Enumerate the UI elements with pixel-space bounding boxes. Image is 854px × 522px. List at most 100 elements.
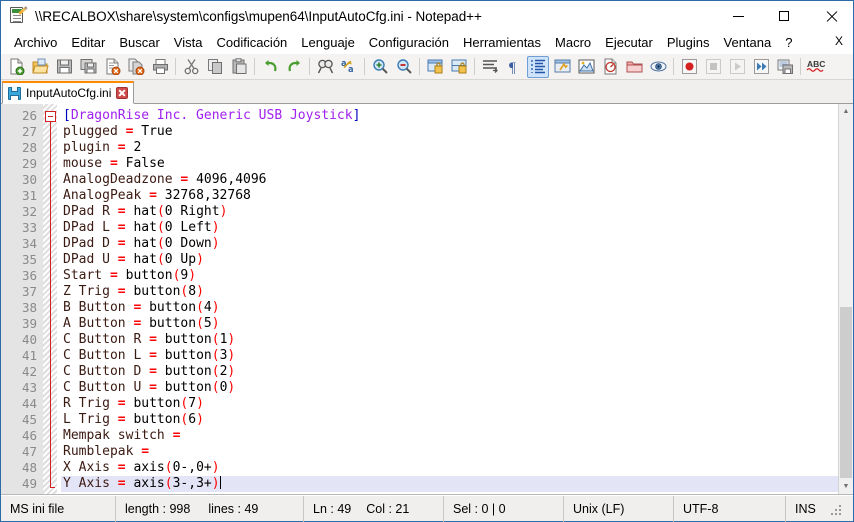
menu-item-ventana[interactable]: Ventana: [717, 32, 779, 53]
code-line[interactable]: R Trig = button(7): [61, 396, 838, 412]
redo-icon[interactable]: [283, 56, 305, 78]
code-line[interactable]: B Button = button(4): [61, 300, 838, 316]
document-map-icon[interactable]: [575, 56, 597, 78]
print-icon[interactable]: [149, 56, 171, 78]
copy-icon[interactable]: [204, 56, 226, 78]
paste-icon[interactable]: [228, 56, 250, 78]
menu-item-lenguaje[interactable]: Lenguaje: [294, 32, 362, 53]
macro-stop-icon[interactable]: [702, 56, 724, 78]
save-icon[interactable]: [53, 56, 75, 78]
menu-item-plugins[interactable]: Plugins: [660, 32, 717, 53]
code-line[interactable]: Rumblepak =: [61, 444, 838, 460]
show-all-chars-icon[interactable]: ¶: [503, 56, 525, 78]
code-line[interactable]: Mempak switch =: [61, 428, 838, 444]
menu-item-herramientas[interactable]: Herramientas: [456, 32, 548, 53]
macro-multi-play-icon[interactable]: [750, 56, 772, 78]
tab-inputautocfg-ini[interactable]: InputAutoCfg.ini: [2, 81, 135, 104]
cut-icon[interactable]: [180, 56, 202, 78]
zoom-in-icon[interactable]: [369, 56, 391, 78]
menu-item-buscar[interactable]: Buscar: [112, 32, 166, 53]
undo-icon[interactable]: [259, 56, 281, 78]
close-all-icon[interactable]: [125, 56, 147, 78]
status-caret-position: Ln : 49 Col : 21: [304, 495, 444, 522]
sync-horizontal-icon[interactable]: [448, 56, 470, 78]
code-line[interactable]: DPad R = hat(0 Right): [61, 204, 838, 220]
code-line[interactable]: DPad D = hat(0 Down): [61, 236, 838, 252]
code-line[interactable]: A Button = button(5): [61, 316, 838, 332]
code-line[interactable]: Start = button(9): [61, 268, 838, 284]
code-line[interactable]: AnalogPeak = 32768,32768: [61, 188, 838, 204]
close-window-button[interactable]: [807, 1, 853, 31]
folder-workspace-icon[interactable]: [623, 56, 645, 78]
status-ln: Ln : 49: [313, 501, 352, 516]
code-line[interactable]: X Axis = axis(0-,0+): [61, 460, 838, 476]
new-file-icon[interactable]: [5, 56, 27, 78]
status-selection: Sel : 0 | 0: [444, 495, 564, 522]
vertical-scrollbar[interactable]: ▲ ▼: [838, 104, 853, 494]
line-number: 28: [21, 140, 37, 155]
macro-play-icon[interactable]: [726, 56, 748, 78]
scroll-down-icon[interactable]: ▼: [839, 479, 853, 494]
open-file-icon[interactable]: [29, 56, 51, 78]
close-document-button[interactable]: X: [835, 34, 843, 48]
find-icon[interactable]: [314, 56, 336, 78]
toolbar-separator: [254, 58, 255, 75]
user-language-icon[interactable]: [551, 56, 573, 78]
zoom-out-icon[interactable]: [393, 56, 415, 78]
resize-grip-icon[interactable]: [829, 503, 841, 515]
menu-item-help[interactable]: ?: [778, 32, 799, 53]
menu-item-vista[interactable]: Vista: [167, 32, 210, 53]
scroll-up-icon[interactable]: ▲: [839, 104, 853, 119]
close-file-icon[interactable]: [101, 56, 123, 78]
sync-vertical-icon[interactable]: [424, 56, 446, 78]
menu-item-ejecutar[interactable]: Ejecutar: [598, 32, 660, 53]
code-line[interactable]: C Button R = button(1): [61, 332, 838, 348]
toolbar-separator: [309, 58, 310, 75]
fold-collapse-icon[interactable]: [45, 111, 56, 122]
status-eol-format[interactable]: Unix (LF): [564, 495, 674, 522]
code-line[interactable]: plugin = 2: [61, 140, 838, 156]
line-number: 27: [21, 124, 37, 139]
menu-item-macro[interactable]: Macro: [548, 32, 598, 53]
macro-save-icon[interactable]: [774, 56, 796, 78]
minimize-button[interactable]: [715, 1, 761, 31]
minimize-icon: [732, 15, 744, 17]
code-line[interactable]: [DragonRise Inc. Generic USB Joystick]: [61, 108, 838, 124]
word-wrap-icon[interactable]: [479, 56, 501, 78]
scrollbar-thumb[interactable]: [840, 306, 852, 479]
code-line[interactable]: DPad L = hat(0 Left): [61, 220, 838, 236]
menu-item-editar[interactable]: Editar: [64, 32, 112, 53]
code-content[interactable]: [DragonRise Inc. Generic USB Joystick] pl…: [57, 104, 838, 494]
code-line[interactable]: Y Axis = axis(3-,3+): [61, 476, 838, 492]
code-line[interactable]: L Trig = button(6): [61, 412, 838, 428]
line-number: 30: [21, 172, 37, 187]
status-insert-mode[interactable]: INS: [786, 496, 853, 522]
code-line[interactable]: plugged = True: [61, 124, 838, 140]
tab-close-icon[interactable]: [116, 87, 129, 99]
menu-item-configuracion[interactable]: Configuración: [362, 32, 456, 53]
code-line[interactable]: AnalogDeadzone = 4096,4096: [61, 172, 838, 188]
macro-record-icon[interactable]: [678, 56, 700, 78]
code-line[interactable]: mouse = False: [61, 156, 838, 172]
code-line[interactable]: C Button L = button(3): [61, 348, 838, 364]
text-caret: [219, 476, 221, 489]
indent-guide-icon[interactable]: [527, 55, 549, 78]
code-line[interactable]: DPad U = hat(0 Up): [61, 252, 838, 268]
replace-icon[interactable]: a a: [338, 56, 360, 78]
status-length-lines: length : 998 lines : 49: [116, 495, 304, 522]
maximize-button[interactable]: [761, 1, 807, 31]
spell-check-icon[interactable]: ABC: [805, 56, 827, 78]
close-icon: [825, 11, 836, 22]
menu-item-archivo[interactable]: Archivo: [7, 32, 64, 53]
save-all-icon[interactable]: [77, 56, 99, 78]
fold-margin[interactable]: [43, 104, 57, 494]
monitoring-icon[interactable]: [647, 56, 669, 78]
code-line[interactable]: C Button U = button(0): [61, 380, 838, 396]
status-encoding[interactable]: UTF-8: [674, 495, 786, 522]
code-line[interactable]: Z Trig = button(8): [61, 284, 838, 300]
function-list-icon[interactable]: [599, 56, 621, 78]
scintilla-editor[interactable]: 26 27 28 29 30 31 32 33 34 35 36 37 38 39 40 41 42 43 44 45…: [1, 104, 838, 494]
code-line[interactable]: C Button D = button(2): [61, 364, 838, 380]
line-number: 34: [21, 236, 37, 251]
menu-item-codificacion[interactable]: Codificación: [209, 32, 294, 53]
